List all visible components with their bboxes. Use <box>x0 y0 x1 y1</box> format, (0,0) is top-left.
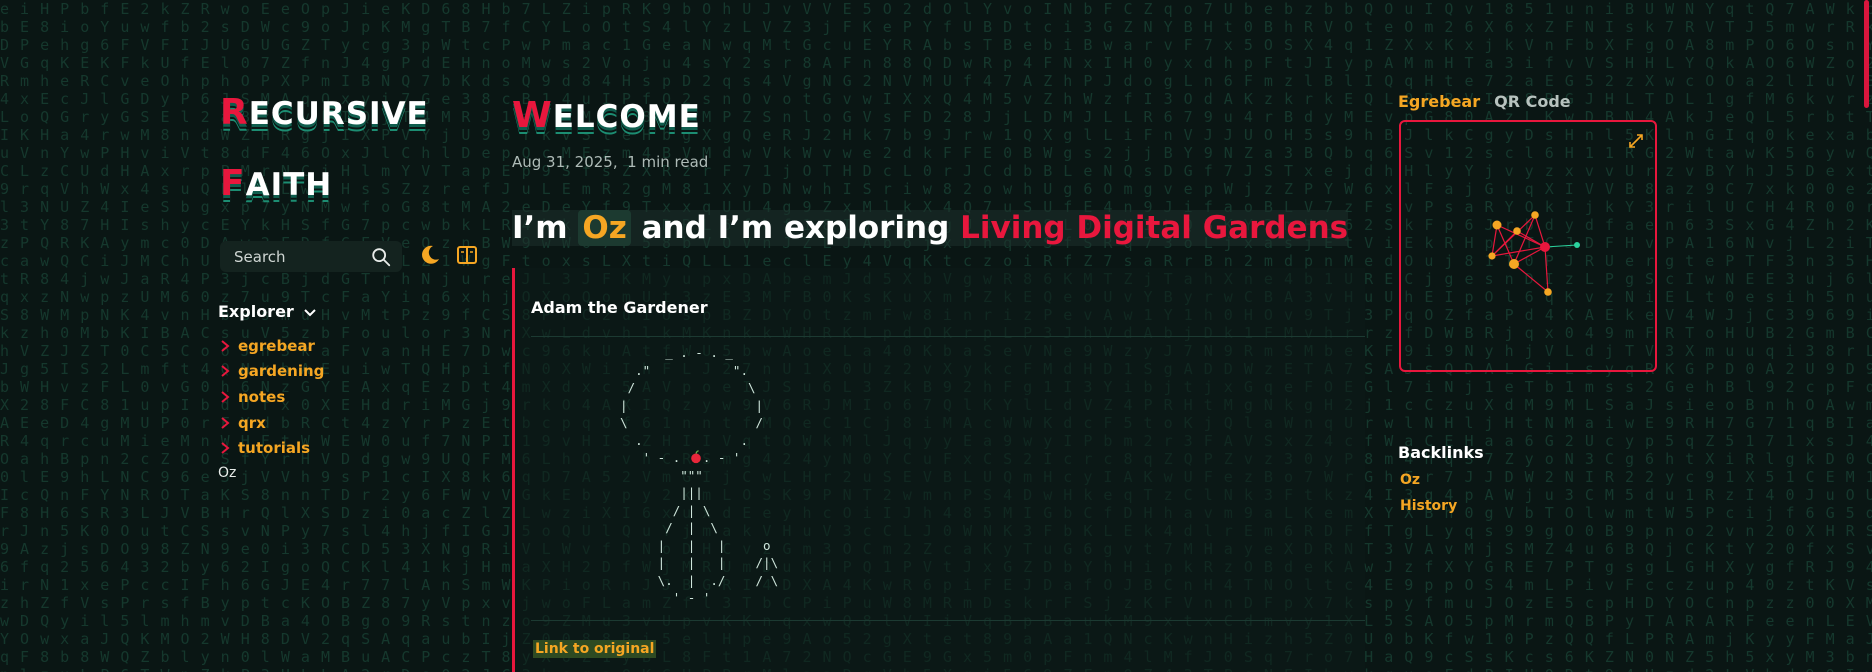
apple-icon <box>691 450 701 464</box>
explorer-file-oz[interactable]: Oz <box>218 461 324 486</box>
callout-divider-bottom <box>531 620 1365 621</box>
callout: Adam the Gardener _ . - . _ ." ". / \ | … <box>512 268 1365 672</box>
graph-tabs: Egrebear QR Code <box>1398 92 1571 111</box>
reading-time: 1 min read <box>627 153 709 171</box>
graph-node[interactable] <box>1509 259 1519 269</box>
backlinks: Backlinks Oz History <box>1398 443 1484 524</box>
backlinks-title: Backlinks <box>1398 443 1484 462</box>
graph-node[interactable] <box>1544 288 1552 296</box>
graph-view[interactable] <box>1399 120 1657 372</box>
link-to-original[interactable]: Link to original <box>533 640 657 658</box>
explorer-tree: egrebear gardening notes qrx tutorials Oz <box>218 333 324 486</box>
site-logo[interactable]: RECURSIVE FAITH <box>220 92 429 234</box>
graph-node[interactable] <box>1574 242 1580 248</box>
ascii-gardener-art: _ . - . _ ." ". / \ | | \ / . . ' - . . … <box>620 345 779 605</box>
explorer-folder-notes[interactable]: notes <box>218 384 324 410</box>
chevron-down-icon <box>304 308 316 316</box>
page-meta: Aug 31, 2025, 1 min read <box>512 153 708 171</box>
headline-oz: Oz <box>578 210 631 246</box>
explorer-folder-egrebear[interactable]: egrebear <box>218 333 324 359</box>
moon-icon[interactable] <box>418 243 442 267</box>
search-input[interactable]: Search <box>220 241 402 272</box>
search-icon <box>372 247 391 266</box>
explorer: Explorer egrebear gardening notes qrx tutori… <box>218 302 324 486</box>
tab-qr-code[interactable]: QR Code <box>1494 92 1571 111</box>
folder-label: egrebear <box>238 336 315 355</box>
explorer-folder-tutorials[interactable]: tutorials <box>218 435 324 461</box>
graph-node-current[interactable] <box>1540 242 1550 252</box>
explorer-title: Explorer <box>218 302 294 321</box>
explorer-folder-qrx[interactable]: qrx <box>218 410 324 436</box>
callout-title: Adam the Gardener <box>531 298 708 317</box>
chevron-right-icon <box>221 416 230 429</box>
search-placeholder: Search <box>234 247 286 266</box>
page-title: WELCOME <box>512 95 701 136</box>
graph-node[interactable] <box>1488 252 1496 260</box>
folder-label: tutorials <box>238 439 311 458</box>
explorer-folder-gardening[interactable]: gardening <box>218 359 324 385</box>
graph-network <box>1488 211 1580 296</box>
backlink-history[interactable]: History <box>1400 498 1484 524</box>
graph-node[interactable] <box>1492 220 1502 230</box>
chevron-right-icon <box>221 365 230 378</box>
headline-gardens: Living Digital Gardens <box>960 210 1349 246</box>
book-icon[interactable] <box>455 243 479 267</box>
folder-label: qrx <box>238 413 266 432</box>
scrollbar[interactable] <box>1864 0 1869 108</box>
tab-egrebear[interactable]: Egrebear <box>1398 92 1480 111</box>
graph-node[interactable] <box>1513 227 1521 235</box>
callout-divider <box>531 336 1365 337</box>
chevron-right-icon <box>221 442 230 454</box>
backlink-oz[interactable]: Oz <box>1400 472 1484 498</box>
chevron-right-icon <box>221 340 230 352</box>
headline: I’m Oz and I’m exploring Living Digital … <box>512 210 1349 246</box>
logo-line-recursive: RECURSIVE <box>220 92 429 133</box>
chevron-right-icon <box>221 391 230 403</box>
graph-node[interactable] <box>1531 211 1539 219</box>
folder-label: gardening <box>238 362 325 381</box>
folder-label: notes <box>238 387 286 406</box>
explorer-toggle[interactable]: Explorer <box>218 302 324 321</box>
logo-line-faith: FAITH <box>220 163 333 204</box>
page-date: Aug 31, 2025, <box>512 153 618 171</box>
